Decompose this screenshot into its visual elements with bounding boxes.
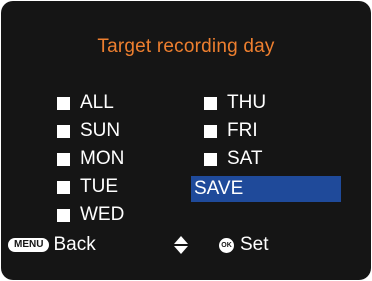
day-option-mon[interactable]: MON [57,148,124,170]
set-label: Set [240,234,269,255]
day-label: FRI [227,120,258,141]
back-label: Back [53,234,96,255]
day-option-sat[interactable]: SAT [204,148,263,170]
day-option-tue[interactable]: TUE [57,176,118,198]
day-label: SUN [80,120,121,141]
navigate-hint [173,233,189,257]
checkbox-icon [57,152,70,166]
page-title: Target recording day [97,36,275,57]
checkbox-icon [57,208,70,222]
camera-menu-screen: Target recording day ALL SUN MON TUE WED… [1,1,371,280]
ok-key-icon: OK [219,237,234,253]
day-option-all[interactable]: ALL [57,92,114,114]
day-option-fri[interactable]: FRI [204,120,258,142]
day-label: TUE [80,176,118,197]
checkbox-icon [204,96,217,110]
checkbox-icon [57,180,70,194]
up-down-arrows-icon [174,236,188,254]
day-option-thu[interactable]: THU [204,92,266,114]
save-button[interactable]: SAVE [191,176,341,202]
checkbox-icon [57,124,70,138]
day-option-sun[interactable]: SUN [57,120,120,142]
day-label: MON [80,148,125,169]
checkbox-icon [204,152,217,166]
day-label: ALL [80,92,114,113]
checkbox-icon [204,124,217,138]
day-option-wed[interactable]: WED [57,204,124,226]
day-label: SAT [227,148,263,169]
back-hint[interactable]: MENU Back [8,233,96,257]
set-hint[interactable]: OK Set [219,233,269,257]
day-label: WED [80,204,125,225]
menu-key-icon: MENU [8,238,50,252]
checkbox-icon [57,96,70,110]
day-label: THU [227,92,267,113]
